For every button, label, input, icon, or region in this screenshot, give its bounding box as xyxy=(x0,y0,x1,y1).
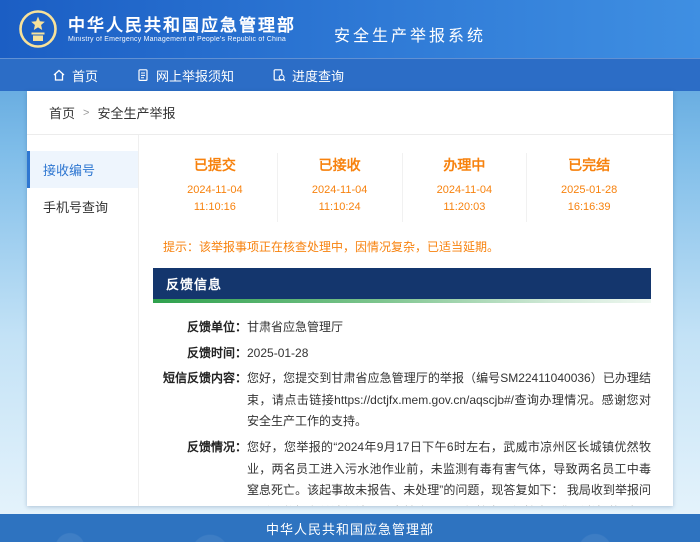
step-label: 已接收 xyxy=(278,155,402,175)
delay-hint-text: 提示：该举报事项正在核查处理中，因情况复杂，已适当延期。 xyxy=(153,238,651,255)
progress-steps: 已提交 2024-11-04 11:10:16 已接收 2024-11-04 1… xyxy=(153,153,651,222)
step-received: 已接收 2024-11-04 11:10:24 xyxy=(277,153,402,222)
system-name: 安全生产举报系统 xyxy=(334,22,486,46)
nav-item-label: 进度查询 xyxy=(292,66,344,85)
field-feedback-time: 反馈时间： 2025-01-28 xyxy=(153,343,651,365)
step-date: 2025-01-28 xyxy=(527,182,651,199)
app-header: 中华人民共和国应急管理部 Ministry of Emergency Manag… xyxy=(0,0,700,58)
nav-item-report-notice[interactable]: 网上举报须知 xyxy=(136,59,234,91)
home-icon xyxy=(52,68,66,82)
ministry-subtitle: Ministry of Emergency Management of Peop… xyxy=(68,36,296,43)
main-panel: 已提交 2024-11-04 11:10:16 已接收 2024-11-04 1… xyxy=(139,135,673,506)
section-accent-bar xyxy=(153,299,651,303)
step-date: 2024-11-04 xyxy=(153,182,277,199)
ministry-title: 中华人民共和国应急管理部 xyxy=(68,15,296,36)
main-nav: 首页 网上举报须知 进度查询 xyxy=(0,58,700,91)
step-time: 11:20:03 xyxy=(403,199,527,216)
nav-item-progress-query[interactable]: 进度查询 xyxy=(272,59,344,91)
field-value: 您好，您提交到甘肃省应急管理厅的举报（编号SM22411040036）已办理结束… xyxy=(247,368,651,433)
feedback-fields: 反馈单位： 甘肃省应急管理厅 反馈时间： 2025-01-28 短信反馈内容： … xyxy=(153,317,651,506)
field-label: 反馈单位： xyxy=(153,317,247,339)
content-wrap: 首页 > 安全生产举报 接收编号 手机号查询 已提交 2024-11-04 11… xyxy=(0,91,700,514)
breadcrumb-current: 安全生产举报 xyxy=(97,103,175,122)
field-feedback-unit: 反馈单位： 甘肃省应急管理厅 xyxy=(153,317,651,339)
field-feedback-detail: 反馈情况： 您好，您举报的“2024年9月17日下午6时左右，武威市凉州区长城镇… xyxy=(153,437,651,506)
card-body: 接收编号 手机号查询 已提交 2024-11-04 11:10:16 已接收 2… xyxy=(27,135,673,506)
step-processing: 办理中 2024-11-04 11:20:03 xyxy=(402,153,527,222)
footer-text: 中华人民共和国应急管理部 xyxy=(266,519,434,538)
notice-doc-icon xyxy=(136,68,150,82)
field-value: 甘肃省应急管理厅 xyxy=(247,317,651,339)
step-label: 已提交 xyxy=(153,155,277,175)
step-date: 2024-11-04 xyxy=(278,182,402,199)
query-sidebar: 接收编号 手机号查询 xyxy=(27,135,139,506)
nav-item-label: 网上举报须知 xyxy=(156,66,234,85)
feedback-section: 反馈信息 xyxy=(153,268,651,303)
step-label: 已完结 xyxy=(527,155,651,175)
field-sms-feedback: 短信反馈内容： 您好，您提交到甘肃省应急管理厅的举报（编号SM224110400… xyxy=(153,368,651,433)
breadcrumb: 首页 > 安全生产举报 xyxy=(27,91,673,135)
breadcrumb-home-link[interactable]: 首页 xyxy=(49,103,75,122)
step-completed: 已完结 2025-01-28 16:16:39 xyxy=(526,153,651,222)
nav-item-home[interactable]: 首页 xyxy=(52,59,98,91)
step-date: 2024-11-04 xyxy=(403,182,527,199)
progress-search-icon xyxy=(272,68,286,82)
national-emblem-icon xyxy=(18,9,58,49)
step-label: 办理中 xyxy=(403,155,527,175)
field-value: 2025-01-28 xyxy=(247,343,651,365)
step-time: 11:10:24 xyxy=(278,199,402,216)
content-card: 首页 > 安全生产举报 接收编号 手机号查询 已提交 2024-11-04 11… xyxy=(27,91,673,506)
page-footer: 中华人民共和国应急管理部 xyxy=(0,514,700,542)
step-submitted: 已提交 2024-11-04 11:10:16 xyxy=(153,153,277,222)
ministry-title-block: 中华人民共和国应急管理部 Ministry of Emergency Manag… xyxy=(68,15,296,43)
field-value: 您好，您举报的“2024年9月17日下午6时左右，武威市凉州区长城镇优然牧业，两… xyxy=(247,437,651,506)
field-label: 短信反馈内容： xyxy=(153,368,247,433)
sidebar-item-receipt-number[interactable]: 接收编号 xyxy=(27,151,138,188)
feedback-section-title: 反馈信息 xyxy=(153,268,651,299)
breadcrumb-separator: > xyxy=(83,107,89,119)
field-label: 反馈时间： xyxy=(153,343,247,365)
step-time: 11:10:16 xyxy=(153,199,277,216)
step-time: 16:16:39 xyxy=(527,199,651,216)
nav-item-label: 首页 xyxy=(72,66,98,85)
field-label: 反馈情况： xyxy=(153,437,247,506)
sidebar-item-phone-query[interactable]: 手机号查询 xyxy=(27,188,138,225)
